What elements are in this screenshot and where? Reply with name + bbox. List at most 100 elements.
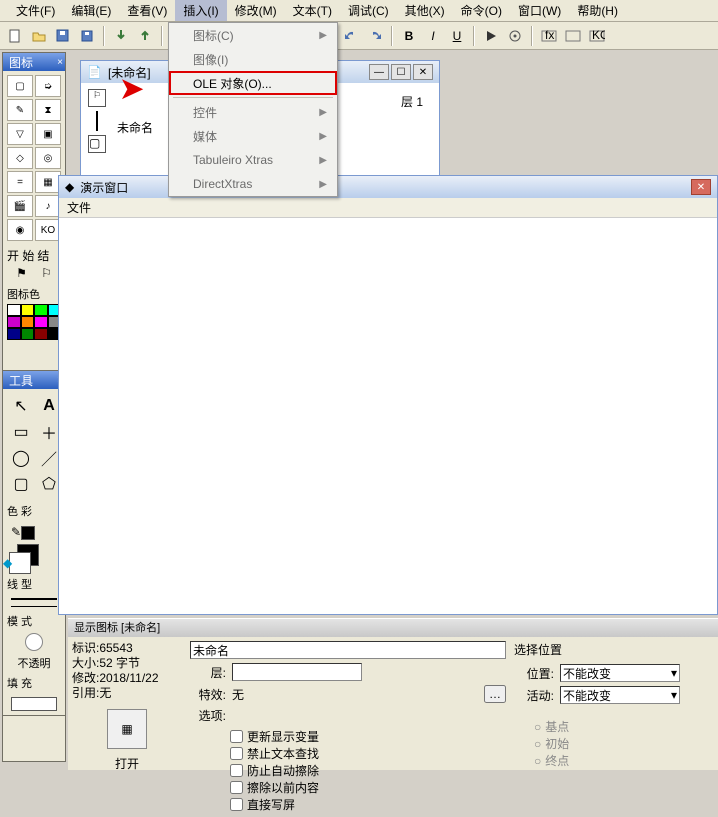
save-button[interactable] [76, 25, 98, 47]
variables-button[interactable] [562, 25, 584, 47]
roundrect-tool[interactable]: ▢ [9, 473, 33, 495]
color-swatches[interactable] [3, 304, 65, 340]
close-button[interactable]: ✕ [691, 179, 711, 195]
underline-button[interactable]: U [446, 25, 468, 47]
menu-text[interactable]: 文本(T) [285, 0, 340, 21]
mode-icon[interactable] [25, 633, 43, 651]
open-button[interactable] [28, 25, 50, 47]
calc-icon[interactable]: = [7, 171, 33, 193]
save-all-button[interactable] [52, 25, 74, 47]
wait-icon[interactable]: ⧗ [35, 99, 61, 121]
menu-debug[interactable]: 调试(C) [340, 0, 397, 21]
line-style-picker[interactable] [11, 598, 57, 600]
export-button[interactable] [134, 25, 156, 47]
presentation-canvas[interactable] [59, 218, 717, 614]
close-icon[interactable]: × [57, 57, 63, 68]
menu-insert[interactable]: 插入(I) [175, 0, 226, 21]
properties-info: 标识:65543 大小:52 字节 修改:2018/11/22 引用:无 ▦ 打… [72, 641, 182, 813]
maximize-button[interactable]: ☐ [391, 64, 411, 80]
toolbar-divider [103, 26, 105, 46]
activity-select[interactable]: 不能改变▾ [560, 686, 680, 704]
effect-label: 特效: [190, 686, 226, 703]
opt-erase-previous[interactable] [230, 781, 243, 794]
menu-modify[interactable]: 修改(M) [227, 0, 285, 21]
opacity-label: 不透明 [3, 653, 65, 673]
menu-file[interactable]: 文件(F) [8, 0, 63, 21]
color-section-label: 色 彩 [3, 501, 65, 521]
menu-edit[interactable]: 编辑(E) [63, 0, 119, 21]
menu-image-item[interactable]: 图像(I) [169, 47, 337, 71]
control-panel-button[interactable] [504, 25, 526, 47]
italic-button[interactable]: I [422, 25, 444, 47]
redo-button[interactable] [364, 25, 386, 47]
menu-view[interactable]: 查看(V) [119, 0, 175, 21]
menu-bar: 文件(F) 编辑(E) 查看(V) 插入(I) 修改(M) 文本(T) 调试(C… [0, 0, 718, 22]
import-button[interactable] [110, 25, 132, 47]
insert-menu-dropdown: 图标(C)▶ 图像(I) OLE 对象(O)... 控件▶ 媒体▶ Tabule… [168, 22, 338, 197]
nav-icon[interactable]: ▽ [7, 123, 33, 145]
ko-button[interactable]: KO [586, 25, 608, 47]
minimize-button[interactable]: — [369, 64, 389, 80]
svg-text:KO: KO [592, 30, 605, 42]
opt-disable-text-search[interactable] [230, 747, 243, 760]
presentation-file-menu[interactable]: 文件 [67, 199, 91, 216]
menu-command[interactable]: 命令(O) [453, 0, 510, 21]
opt-prevent-auto-erase[interactable] [230, 764, 243, 777]
presentation-titlebar[interactable]: ◆ 演示窗口 ✕ [59, 176, 717, 198]
effect-value: 无 [232, 686, 244, 703]
fill-section-label: 填 充 [3, 673, 65, 693]
icon-name-input[interactable] [190, 641, 506, 659]
opt-update-vars[interactable] [230, 730, 243, 743]
framework-icon[interactable]: ▣ [35, 123, 61, 145]
functions-button[interactable]: fx [538, 25, 560, 47]
new-button[interactable] [4, 25, 26, 47]
doc-icon: 📄 [87, 65, 102, 79]
start-flag-icon[interactable]: ⚑ [16, 266, 27, 280]
interaction-icon[interactable]: ◎ [35, 147, 61, 169]
menu-tabuleiro-submenu[interactable]: Tabuleiro Xtras▶ [169, 148, 337, 172]
bold-button[interactable]: B [398, 25, 420, 47]
line-section-label: 线 型 [3, 574, 65, 594]
tools-palette: 工具× ↖ A ▭ ＋ ◯ ／ ▢ ⬠ 色 彩 ✎ ◆ 线 型 模 式 不透明 … [2, 370, 66, 716]
ellipse-tool[interactable]: ◯ [9, 447, 33, 469]
rect-tool[interactable]: ▭ [9, 421, 33, 443]
flow-display-icon[interactable]: ▢ [88, 135, 106, 153]
menu-control-submenu[interactable]: 控件▶ [169, 100, 337, 124]
menu-icon-submenu[interactable]: 图标(C)▶ [169, 23, 337, 47]
close-button[interactable]: ✕ [413, 64, 433, 80]
run-button[interactable] [480, 25, 502, 47]
menu-directxtras-submenu[interactable]: DirectXtras▶ [169, 172, 337, 196]
properties-title: 显示图标 [未命名] [68, 619, 718, 637]
pointer-tool[interactable]: ↖ [9, 395, 33, 417]
svg-text:fx: fx [545, 30, 554, 42]
layer-input[interactable] [232, 663, 362, 681]
line-weight-picker[interactable] [11, 606, 57, 607]
properties-panel: 显示图标 [未命名] 标识:65543 大小:52 字节 修改:2018/11/… [68, 618, 718, 770]
fill-pattern-picker[interactable] [11, 697, 57, 711]
icon-palette-title: 图标× [3, 53, 65, 71]
menu-help[interactable]: 帮助(H) [569, 0, 626, 21]
activity-label: 活动: [514, 687, 554, 704]
motion-icon[interactable]: ➭ [35, 75, 61, 97]
stop-flag-icon[interactable]: ⚐ [41, 266, 52, 280]
toolbar-divider [473, 26, 475, 46]
position-label: 位置: [514, 665, 554, 682]
menu-other[interactable]: 其他(X) [397, 0, 453, 21]
erase-icon[interactable]: ✎ [7, 99, 33, 121]
fill-bg-swatch[interactable] [9, 552, 31, 574]
undo-button[interactable] [340, 25, 362, 47]
movie-icon[interactable]: 🎬 [7, 195, 33, 217]
toolbar-divider [531, 26, 533, 46]
flow-start-icon[interactable]: ⚐ [88, 89, 106, 107]
display-icon[interactable]: ▢ [7, 75, 33, 97]
decision-icon[interactable]: ◇ [7, 147, 33, 169]
menu-media-submenu[interactable]: 媒体▶ [169, 124, 337, 148]
menu-ole-object-item[interactable]: OLE 对象(O)... [169, 71, 337, 95]
opt-direct-to-screen[interactable] [230, 798, 243, 811]
menu-window[interactable]: 窗口(W) [510, 0, 569, 21]
open-preview-button[interactable]: ▦ [107, 709, 147, 749]
dvd-icon[interactable]: ◉ [7, 219, 33, 241]
pen-color-icon[interactable]: ✎ [11, 525, 35, 540]
position-select[interactable]: 不能改变▾ [560, 664, 680, 682]
effect-browse-button[interactable]: … [484, 685, 506, 703]
